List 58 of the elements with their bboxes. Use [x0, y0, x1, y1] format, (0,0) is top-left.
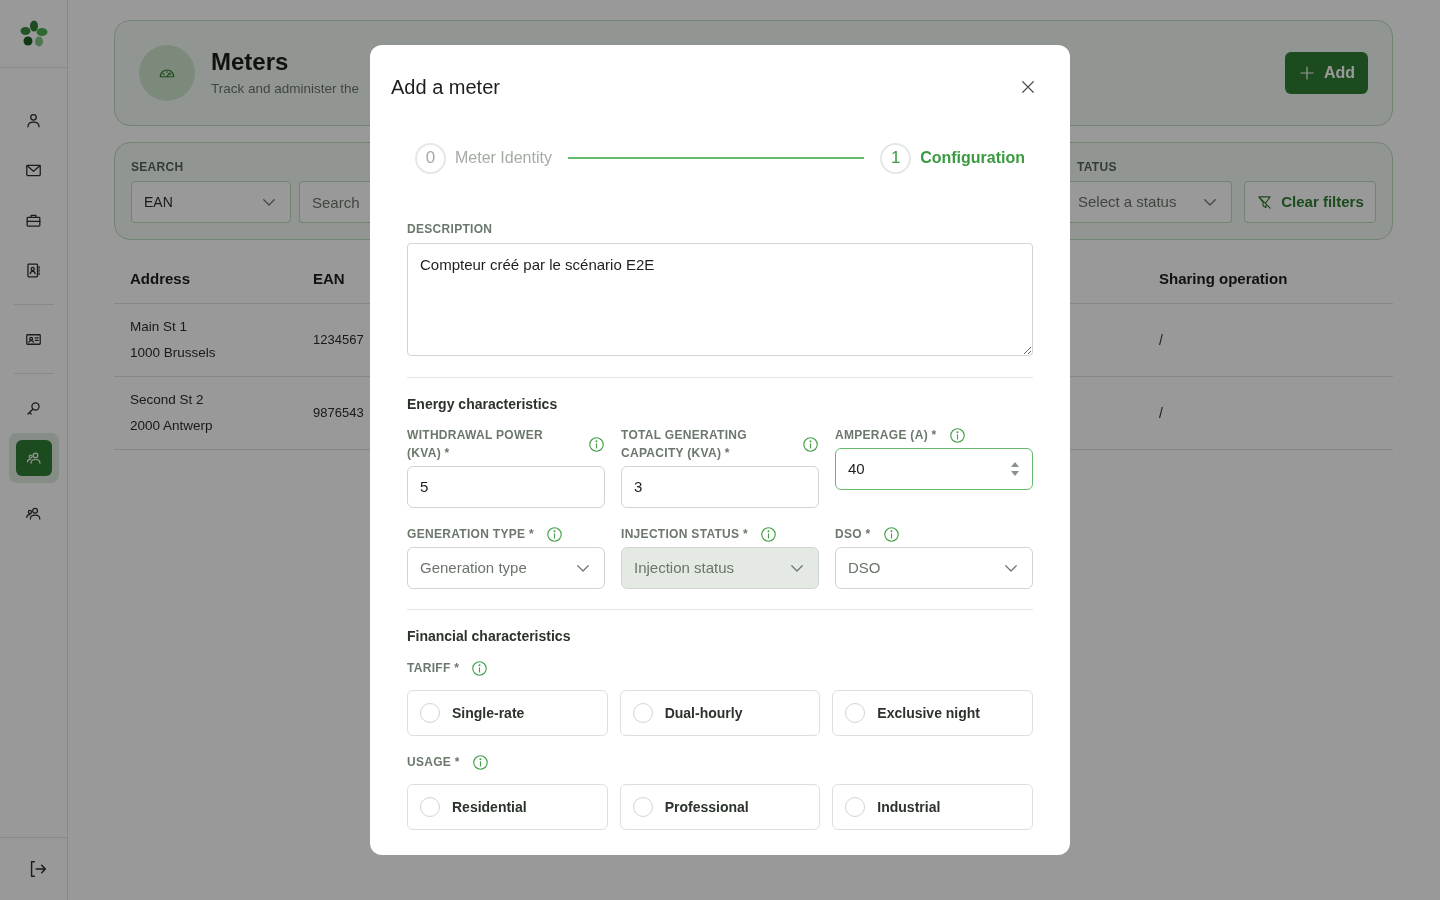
radio-option[interactable]: Dual-hourly — [619, 690, 821, 736]
radio-option[interactable]: Industrial — [832, 784, 1033, 830]
section-title: Financial characteristics — [407, 627, 572, 646]
clover-logo — [19, 19, 48, 48]
field-label: TARIFF * — [407, 660, 460, 677]
select-placeholder: Select a status — [1078, 191, 1177, 212]
table-cell-text: 2000 Antwerp — [130, 417, 214, 435]
info-icon — [471, 659, 489, 677]
column-header: EAN — [312, 269, 346, 290]
close-icon — [1019, 78, 1037, 96]
field-label: AMPERAGE (A) * — [835, 427, 937, 444]
info-icon — [882, 525, 900, 543]
select-field[interactable]: Generation type — [407, 547, 605, 589]
search-by-select[interactable]: EAN — [131, 181, 291, 223]
column-header: Sharing operation — [1158, 269, 1289, 290]
field-label: DSO * — [835, 526, 871, 543]
clear-filters-button[interactable]: Clear filters — [1244, 181, 1376, 223]
modal-title: Add a meter — [391, 75, 500, 100]
field-label: TATUS — [1076, 159, 1118, 176]
table-cell-text: Main St 1 — [130, 317, 189, 336]
field-label: TOTAL GENERATING CAPACITY (KVA) * — [621, 427, 748, 462]
select-value: EAN — [144, 192, 173, 212]
radio-option[interactable]: Single-rate — [407, 690, 608, 736]
table-cell-text: Second St 2 — [130, 390, 205, 409]
info-icon — [759, 525, 777, 543]
table-cell: / — [1159, 331, 1163, 348]
step[interactable]: 1 Configuration — [880, 142, 1025, 174]
add-button[interactable]: Add — [1284, 52, 1368, 94]
field-label: GENERATION TYPE * — [407, 526, 534, 543]
table-cell: 9876543 — [313, 405, 364, 421]
table-cell-text: 1000 Brussels — [130, 344, 217, 362]
description-field[interactable]: Compteur créé par le scénario E2E — [407, 243, 1033, 356]
field-label: WITHDRAWAL POWER (KVA) * — [407, 427, 544, 462]
radio-option[interactable]: Exclusive night — [832, 690, 1033, 736]
field-label: DESCRIPTION — [407, 221, 494, 238]
group-icon — [24, 449, 43, 467]
info-icon — [802, 435, 819, 453]
radio-option[interactable]: Residential — [407, 784, 608, 830]
input-field[interactable]: 5 — [407, 466, 605, 508]
field-label: SEARCH — [131, 159, 185, 176]
input-field[interactable]: 3 — [621, 466, 819, 508]
field-label: USAGE * — [407, 754, 460, 771]
page-title: Meters — [211, 46, 290, 77]
field-label: INJECTION STATUS * — [621, 526, 748, 543]
info-icon — [471, 753, 489, 771]
info-icon — [948, 426, 966, 444]
page-subtitle: Track and administer the — [211, 79, 360, 98]
section-title: Energy characteristics — [407, 395, 559, 414]
select-field[interactable]: DSO — [835, 547, 1033, 589]
table-cell: / — [1159, 404, 1163, 421]
spinner-icon — [1010, 461, 1020, 477]
column-header: Address — [129, 269, 192, 290]
table-cell: 1234567 — [313, 332, 364, 348]
radio-option[interactable]: Professional — [619, 784, 821, 830]
filter-off-icon — [1256, 193, 1274, 211]
info-icon — [588, 435, 605, 453]
info-icon — [545, 525, 563, 543]
input-field[interactable]: 40 — [835, 448, 1033, 490]
